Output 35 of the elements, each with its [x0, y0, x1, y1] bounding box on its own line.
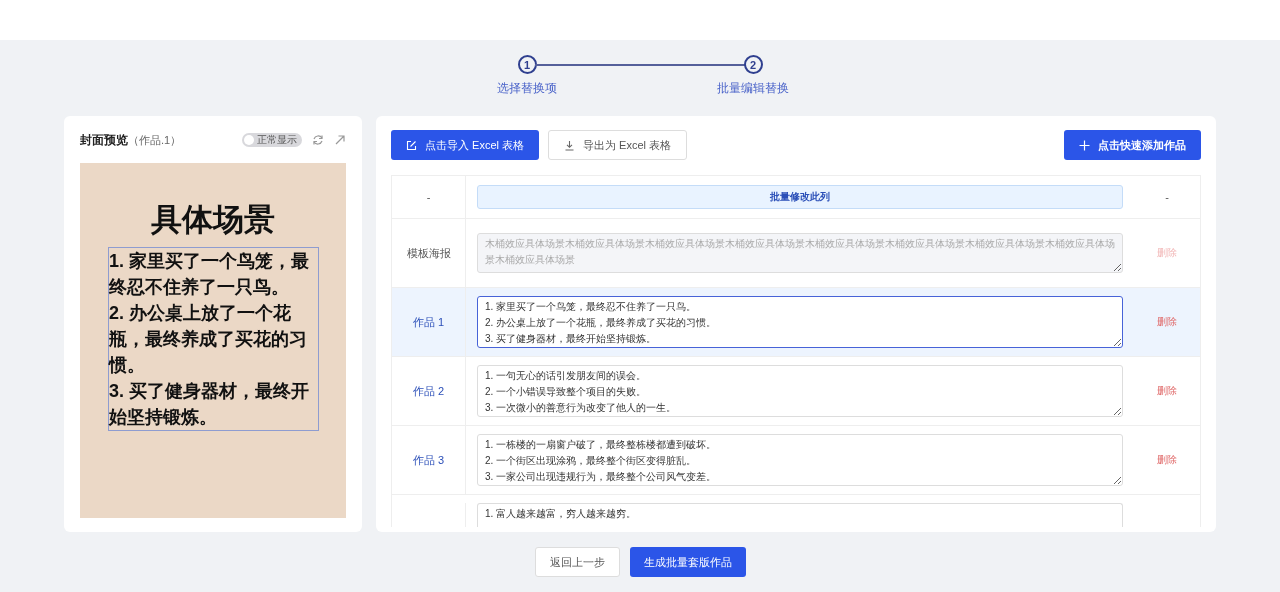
text-area[interactable]: 1. 富人越来越富，穷人越来越穷。	[477, 503, 1123, 527]
row-label: 模板海报	[406, 245, 451, 261]
text-area[interactable]: 1. 一栋楼的一扇窗户破了，最终整栋楼都遭到破坏。 2. 一个街区出现涂鸦，最终整个街区变得脏乱。 3. 一家公司出现违规行为，最终整个公司风气变差。	[477, 434, 1123, 486]
panel-title: 封面预览	[80, 133, 128, 147]
import-button[interactable]: 点击导入 Excel 表格	[391, 130, 539, 160]
table-header-cell: -	[1165, 191, 1169, 203]
poster-heading: 具体场景	[150, 201, 276, 239]
poster-text: 2. 办公桌上放了一个花瓶，最终养成了买花的习惯。	[109, 302, 308, 377]
step-number: 2	[743, 55, 763, 74]
step-label: 选择替换项	[497, 80, 557, 97]
delete-link[interactable]: 删除	[1157, 384, 1177, 398]
row-label[interactable]: 作品 1	[412, 314, 445, 330]
batch-edit-button[interactable]: 批量修改此列	[477, 185, 1123, 209]
text-area[interactable]: 1. 家里买了一个鸟笼，最终忍不住养了一只鸟。 2. 办公桌上放了一个花瓶，最终养成了买花的习惯。 3. 买了健身器材，最终开始坚持锻炼。	[477, 296, 1123, 348]
table-header-cell: -	[426, 191, 431, 203]
plus-icon	[1079, 139, 1090, 151]
delete-link[interactable]: 删除	[1157, 453, 1177, 467]
refresh-icon	[312, 133, 324, 146]
back-button[interactable]: 返回上一步	[534, 547, 620, 577]
expand-icon	[334, 133, 346, 146]
export-button[interactable]: 导出为 Excel 表格	[548, 130, 688, 160]
text-area[interactable]: 1. 一句无心的话引发朋友间的误会。 2. 一个小错误导致整个项目的失败。 3. 一次微小的善意行为改变了他人的一生。	[477, 365, 1123, 417]
step-label: 批量编辑替换	[717, 80, 789, 97]
panel-subtitle: （作品.1）	[128, 134, 182, 146]
row-label[interactable]: 作品 3	[412, 452, 445, 468]
selected-row[interactable]: 作品 1 1. 家里买了一个鸟笼，最终忍不住养了一只鸟。 2. 办公桌上放了一个花瓶，最终养成了买花的习惯。 3. 买了健身器材，最终开始坚持锻炼。 删除	[392, 288, 1200, 357]
generate-button[interactable]: 生成批量套版作品	[629, 547, 746, 577]
row-label[interactable]: 作品 2	[412, 383, 445, 399]
add-button[interactable]: 点击快速添加作品	[1064, 130, 1201, 160]
edit-icon	[406, 139, 417, 151]
poster-text: 1. 家里买了一个鸟笼，最终忍不住养了一只鸟。	[109, 250, 310, 299]
download-icon	[564, 139, 575, 151]
display-toggle[interactable]: 正常显示	[242, 132, 302, 147]
poster-text: 3. 买了健身器材，最终开始坚持锻炼。	[109, 380, 310, 429]
step-number: 1	[517, 55, 537, 74]
